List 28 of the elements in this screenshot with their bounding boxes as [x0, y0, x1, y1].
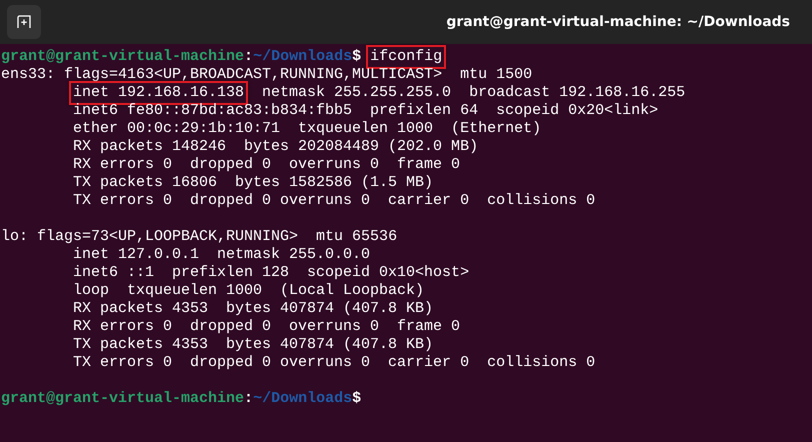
output-text: RX packets 148246 bytes 202084489 (202.0 MB)	[73, 138, 478, 156]
prompt-symbol: $	[352, 48, 362, 66]
output-text: inet 127.0.0.1 netmask 255.0.0.0	[73, 246, 370, 264]
output-text: RX errors 0 dropped 0 overruns 0 frame 0	[73, 156, 460, 174]
output-text: RX packets 4353 bytes 407874 (407.8 KB)	[73, 300, 434, 318]
output-text: ens33: flags=4163<UP,BROADCAST,RUNNING,MULTICAST> mtu 1500	[1, 66, 532, 84]
output-text: TX packets 16806 bytes 1582586 (1.5 MB)	[73, 174, 434, 192]
output-text: TX errors 0 dropped 0 overruns 0 carrier 0 collisions 0	[73, 192, 596, 210]
prompt-symbol: :	[244, 48, 254, 66]
prompt-path: ~/Downloads	[253, 390, 352, 408]
new-tab-icon	[17, 15, 31, 29]
prompt-user: grant@grant-virtual-machine	[1, 390, 244, 408]
output-text: lo: flags=73<UP,LOOPBACK,RUNNING> mtu 65536	[1, 228, 398, 246]
prompt-symbol: :	[244, 390, 254, 408]
output-text: inet6 fe80::87bd:ac83:b834:fbb5 prefixlen 64 scopeid 0x20<link>	[73, 102, 658, 120]
output-text: netmask 255.255.255.0 broadcast 192.168.16.255	[262, 84, 686, 102]
output-text: RX errors 0 dropped 0 overruns 0 frame 0	[73, 318, 460, 336]
output-text: TX packets 4353 bytes 407874 (407.8 KB)	[73, 336, 434, 354]
output-text: inet6 ::1 prefixlen 128 scopeid 0x10<host>	[73, 264, 470, 282]
output-text: TX errors 0 dropped 0 overruns 0 carrier 0 collisions 0	[73, 354, 596, 372]
window-title: grant@grant-virtual-machine: ~/Downloads	[446, 14, 790, 30]
prompt-path: ~/Downloads	[253, 48, 352, 66]
prompt-user: grant@grant-virtual-machine	[1, 48, 244, 66]
prompt-symbol: $	[352, 390, 362, 408]
output-text: ether 00:0c:29:1b:10:71 txqueuelen 1000 (Ethernet)	[73, 120, 542, 138]
command-text: ifconfig	[366, 45, 446, 69]
new-tab-button[interactable]	[7, 5, 41, 39]
output-text: loop txqueuelen 1000 (Local Loopback)	[73, 282, 424, 300]
